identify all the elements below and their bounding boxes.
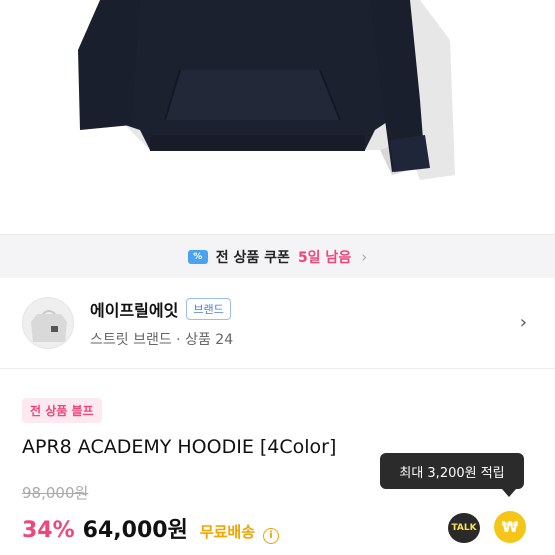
original-price: 98,000원 [22,484,89,502]
chevron-right-icon: › [519,312,527,333]
chevron-right-icon: › [361,247,368,266]
points-tooltip: 최대 3,200원 적립 [380,453,524,489]
coupon-text: 전 상품 쿠폰 [215,249,290,266]
points-button[interactable]: ₩ [494,511,526,543]
coupon-banner[interactable]: % 전 상품 쿠폰 5일 남음 › [0,234,555,278]
sale-price: 64,000원 [82,518,188,543]
coupon-days-left: 5일 남음 [297,249,352,266]
brand-subtitle: 스트릿 브랜드 · 상품 24 [90,332,234,348]
price-row: 34% 64,000원 무료배송 i [22,512,280,544]
kakao-talk-button[interactable]: TALK [448,513,480,543]
brand-avatar [22,297,74,349]
divider [0,368,555,369]
brand-row[interactable]: 에이프릴에잇 브랜드 스트릿 브랜드 · 상품 24 › [0,278,555,368]
info-icon[interactable]: i [263,527,280,544]
brand-badge: 브랜드 [186,298,231,320]
coupon-ticket-icon: % [187,249,208,264]
free-shipping-label: 무료배송 [199,523,256,541]
discount-rate: 34% [22,518,75,543]
sale-tag: 전 상품 블프 [22,398,102,423]
product-title: APR8 ACADEMY HOODIE [4Color] [22,436,337,458]
product-image[interactable] [0,0,555,234]
tooltip-arrow [502,489,516,497]
brand-name: 에이프릴에잇 [90,301,179,320]
hoodie-image [78,0,455,180]
